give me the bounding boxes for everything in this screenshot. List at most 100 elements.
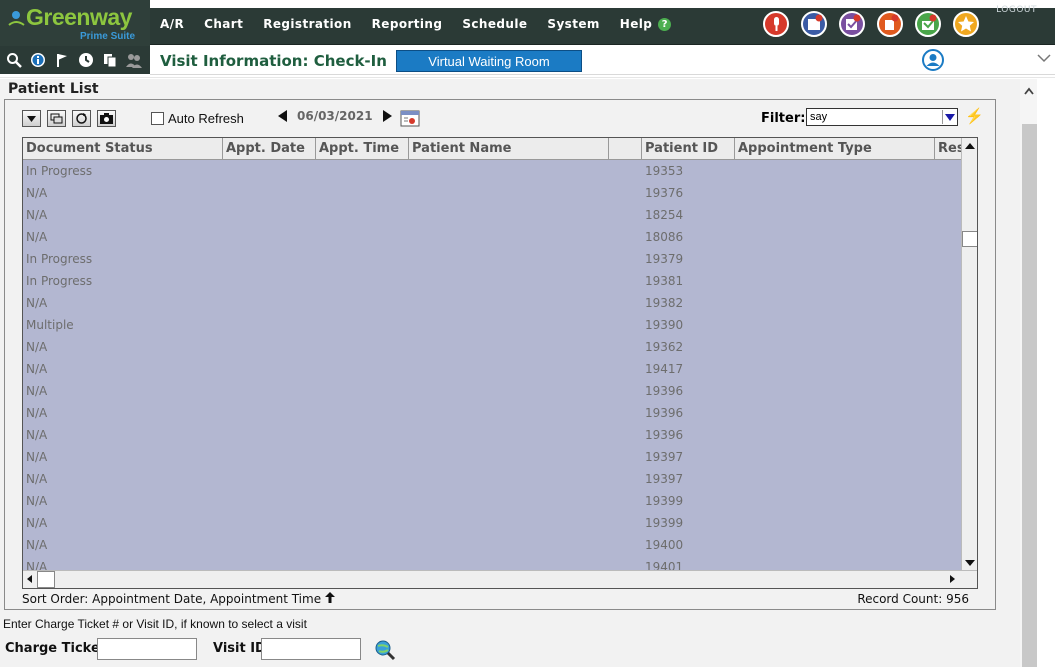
table-row[interactable]: N/A 19396 (23, 424, 961, 446)
triangle-down-icon (27, 116, 36, 122)
flag-icon[interactable] (54, 52, 70, 68)
grid-vscroll-thumb[interactable] (962, 231, 977, 247)
patient-list-title: Patient List (8, 81, 99, 97)
lightning-icon[interactable]: ⚡ (965, 107, 984, 125)
inbox-icon[interactable] (915, 11, 941, 37)
windows-icon (50, 113, 63, 124)
patient-id-cell: 19397 (645, 472, 684, 486)
col-blank[interactable] (609, 138, 642, 160)
patient-id-cell: 19381 (645, 274, 684, 288)
charge-ticket-input[interactable] (97, 638, 197, 660)
col-appointment-type[interactable]: Appointment Type (735, 138, 935, 160)
patient-id-cell: 19399 (645, 516, 684, 530)
document-status-cell: N/A (26, 450, 48, 464)
clock-icon[interactable] (78, 52, 94, 68)
menu-chart[interactable]: Chart (194, 8, 253, 45)
scroll-down-icon[interactable] (965, 560, 975, 566)
patient-id-cell: 19353 (645, 164, 684, 178)
table-row[interactable]: N/A 19397 (23, 446, 961, 468)
scroll-left-icon[interactable] (27, 575, 32, 583)
user-profile-icon[interactable] (922, 49, 944, 71)
auto-refresh-checkbox[interactable] (151, 112, 164, 125)
table-row[interactable]: N/A 19399 (23, 490, 961, 512)
scroll-up-icon[interactable] (965, 143, 975, 149)
document-status-cell: In Progress (26, 164, 93, 178)
document-status-cell: N/A (26, 538, 48, 552)
patient-id-cell: 19376 (645, 186, 684, 200)
document-status-cell: N/A (26, 208, 48, 222)
patient-id-cell: 19390 (645, 318, 684, 332)
menu-system[interactable]: System (537, 8, 609, 45)
grid-horizontal-scrollbar[interactable] (23, 570, 977, 588)
refresh-button[interactable] (72, 110, 91, 127)
table-row[interactable]: N/A 19362 (23, 336, 961, 358)
menu-help[interactable]: Help? (610, 8, 682, 45)
filter-select[interactable]: say (806, 108, 958, 126)
filter-value: say (810, 111, 828, 123)
page-scroll-up-icon[interactable] (1024, 87, 1034, 95)
document-status-cell: In Progress (26, 252, 93, 266)
menu-registration[interactable]: Registration (253, 8, 361, 45)
col-appt-time[interactable]: Appt. Time (316, 138, 409, 160)
table-row[interactable]: N/A 19417 (23, 358, 961, 380)
table-row[interactable]: In Progress 19353 (23, 160, 961, 182)
logout-link[interactable]: LOGOUT (996, 5, 1037, 15)
patient-grid: Document Status Appt. Date Appt. Time Pa… (22, 137, 978, 589)
grid-vertical-scrollbar[interactable] (961, 138, 977, 570)
documents-icon[interactable] (877, 11, 903, 37)
menu-schedule[interactable]: Schedule (452, 8, 537, 45)
search-globe-icon[interactable] (374, 639, 396, 661)
scroll-right-icon[interactable] (950, 575, 955, 583)
menu-reporting[interactable]: Reporting (362, 8, 453, 45)
refresh-icon (76, 113, 87, 124)
table-row[interactable]: N/A 19400 (23, 534, 961, 556)
table-row[interactable]: N/A 18086 (23, 226, 961, 248)
table-row[interactable]: N/A 19399 (23, 512, 961, 534)
document-status-cell: N/A (26, 296, 48, 310)
messages-icon[interactable] (801, 11, 827, 37)
chevron-down-icon[interactable] (1037, 53, 1051, 63)
col-appt-date[interactable]: Appt. Date (223, 138, 316, 160)
table-row[interactable]: N/A 19396 (23, 402, 961, 424)
info-icon[interactable] (30, 52, 46, 68)
table-row[interactable]: Multiple 19390 (23, 314, 961, 336)
brand-subtitle: Prime Suite (80, 31, 136, 42)
next-date-icon[interactable] (382, 110, 392, 122)
favorites-icon[interactable] (953, 11, 979, 37)
virtual-waiting-room-button[interactable]: Virtual Waiting Room (396, 50, 582, 72)
restore-button[interactable] (47, 110, 66, 127)
previous-date-icon[interactable] (278, 110, 287, 122)
table-row[interactable]: N/A 19382 (23, 292, 961, 314)
users-icon[interactable] (126, 52, 142, 68)
menu-ar[interactable]: A/R (150, 8, 194, 45)
search-icon[interactable] (6, 52, 22, 68)
dictation-icon[interactable] (763, 11, 789, 37)
table-row[interactable]: In Progress 19381 (23, 270, 961, 292)
col-patient-id[interactable]: Patient ID (642, 138, 735, 160)
copy-icon[interactable] (102, 52, 118, 68)
visit-id-input[interactable] (261, 638, 361, 660)
patient-list-panel: Auto Refresh 06/03/2021 Filter: say ⚡ Do… (4, 99, 996, 610)
table-row[interactable]: N/A 18254 (23, 204, 961, 226)
grid-rows: In Progress 19353 N/A 19376 N/A 18254 N/A 18086… (23, 160, 961, 578)
table-row[interactable]: In Progress 19379 (23, 248, 961, 270)
table-row[interactable]: N/A 19396 (23, 380, 961, 402)
page-scroll-thumb[interactable] (1022, 124, 1037, 667)
grid-hscroll-thumb[interactable] (37, 571, 55, 588)
table-row[interactable]: N/A 19397 (23, 468, 961, 490)
col-res[interactable]: Res (935, 138, 963, 160)
col-document-status[interactable]: Document Status (23, 138, 223, 160)
col-patient-name[interactable]: Patient Name (409, 138, 609, 160)
brand-name: Greenway (26, 4, 132, 30)
page-vertical-scrollbar[interactable] (1020, 79, 1037, 667)
greenway-logo[interactable]: Greenway Prime Suite (0, 0, 150, 46)
tasks-icon[interactable] (839, 11, 865, 37)
patient-id-cell: 19379 (645, 252, 684, 266)
auto-refresh-toggle[interactable]: Auto Refresh (151, 111, 244, 126)
patient-id-cell: 19417 (645, 362, 684, 376)
collapse-button[interactable] (22, 110, 41, 127)
screenshot-button[interactable] (97, 110, 116, 127)
calendar-icon[interactable] (400, 109, 420, 127)
dropdown-arrow-icon[interactable] (942, 110, 956, 124)
table-row[interactable]: N/A 19376 (23, 182, 961, 204)
